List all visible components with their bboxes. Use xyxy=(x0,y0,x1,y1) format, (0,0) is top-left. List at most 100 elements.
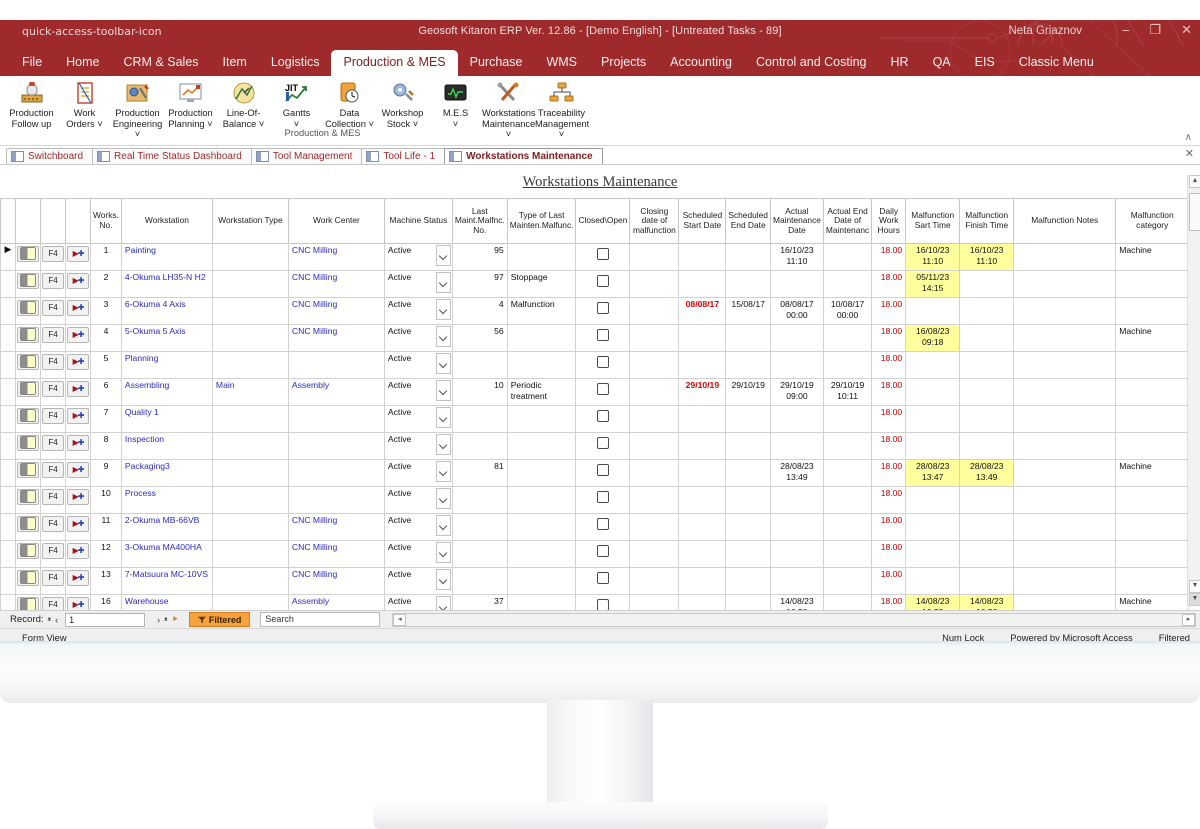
cell-workstation-type[interactable] xyxy=(211,351,289,379)
cell-mal-notes[interactable] xyxy=(1013,594,1117,610)
search-input[interactable]: Search xyxy=(260,612,381,627)
cell-work-center[interactable]: CNC Milling xyxy=(287,243,385,271)
cell-machine-status[interactable]: Active xyxy=(383,351,453,379)
cell-mal-finish[interactable]: 28/08/23 13:49 xyxy=(959,459,1015,487)
closed-open-checkbox[interactable] xyxy=(596,545,609,557)
row-zoom-button[interactable] xyxy=(15,297,41,325)
cell-closed-open[interactable] xyxy=(575,486,631,514)
cell-machine-status[interactable]: Active xyxy=(383,432,453,460)
row-selector[interactable] xyxy=(0,540,16,568)
cell-sched-end[interactable] xyxy=(725,405,771,433)
cell-workstation-type[interactable] xyxy=(211,567,289,595)
cell-workstation[interactable]: Process xyxy=(120,486,213,514)
row-selector[interactable] xyxy=(0,324,16,352)
cell-actual-end-date[interactable] xyxy=(822,432,873,460)
chevron-down-icon[interactable] xyxy=(435,407,451,428)
cell-mal-start[interactable]: 05/11/23 14:15 xyxy=(905,270,961,298)
menu-item-purchase[interactable]: Purchase xyxy=(458,50,535,76)
table-row[interactable]: F4 ▶✚ 13 7-Matsuura MC-10VS CNC Milling Activ… xyxy=(0,567,1190,595)
cell-sched-start[interactable]: 08/08/17 xyxy=(678,297,727,325)
closed-open-checkbox[interactable] xyxy=(596,491,609,503)
chevron-down-icon[interactable] xyxy=(435,272,451,293)
cell-sched-start[interactable] xyxy=(678,513,727,541)
cell-actual-end-date[interactable] xyxy=(822,486,873,514)
table-row[interactable]: F4 ▶✚ 4 5-Okuma 5 Axis CNC Milling Active 56 18… xyxy=(0,324,1190,352)
row-selector[interactable] xyxy=(0,270,16,298)
scroll-up-button[interactable]: ▲ xyxy=(1189,175,1200,188)
record-number-input[interactable]: 1 xyxy=(65,612,146,627)
vertical-scroll-thumb[interactable] xyxy=(1189,193,1200,231)
row-f4-button[interactable]: F4 xyxy=(40,594,66,610)
cell-workstation-type[interactable] xyxy=(211,324,289,352)
table-row[interactable]: F4 ▶✚ 9 Packaging3 Active 81 28/08/23 13:49 18.0… xyxy=(0,459,1190,487)
cell-actual-date[interactable] xyxy=(769,405,824,433)
row-zoom-button[interactable] xyxy=(15,486,41,514)
cell-sched-end[interactable] xyxy=(725,567,771,595)
table-row[interactable]: F4 ▶✚ 11 2-Okuma MB-66VB CNC Milling Active 18… xyxy=(0,513,1190,541)
cell-sched-start[interactable] xyxy=(678,594,727,610)
table-row[interactable]: F4 ▶✚ 3 6-Okuma 4 Axis CNC Milling Active 4 Mal… xyxy=(0,297,1190,325)
cell-work-center[interactable] xyxy=(287,351,385,379)
cell-workstation[interactable]: 5-Okuma 5 Axis xyxy=(120,324,213,352)
cell-sched-end[interactable]: 29/10/19 xyxy=(725,378,771,406)
scroll-end-button[interactable]: ▼ xyxy=(1189,593,1200,606)
cell-mal-start[interactable] xyxy=(905,297,961,325)
cell-mal-notes[interactable] xyxy=(1013,567,1117,595)
row-goto-button[interactable]: ▶✚ xyxy=(65,594,91,610)
cell-actual-date[interactable] xyxy=(769,486,824,514)
cell-sched-start[interactable] xyxy=(678,324,727,352)
horizontal-scrollbar[interactable]: ◂ ▸ xyxy=(392,612,1196,627)
row-f4-button[interactable]: F4 xyxy=(40,513,66,541)
cell-sched-end[interactable] xyxy=(725,513,771,541)
cell-closed-open[interactable] xyxy=(575,567,631,595)
cell-actual-end-date[interactable] xyxy=(822,594,873,610)
cell-actual-end-date[interactable]: 29/10/19 10:11 xyxy=(822,378,873,406)
cell-sched-end[interactable] xyxy=(725,459,771,487)
cell-mal-start[interactable] xyxy=(905,486,961,514)
closed-open-checkbox[interactable] xyxy=(596,464,609,476)
row-goto-button[interactable]: ▶✚ xyxy=(65,243,91,271)
cell-workstation[interactable]: Painting xyxy=(120,243,213,271)
cell-closed-open[interactable] xyxy=(575,243,631,271)
cell-machine-status[interactable]: Active xyxy=(383,567,453,595)
row-goto-button[interactable]: ▶✚ xyxy=(65,567,91,595)
table-row[interactable]: F4 ▶✚ 6 Assembling Main Assembly Active 10 Perio… xyxy=(0,378,1190,406)
menu-item-control-and-costing[interactable]: Control and Costing xyxy=(744,50,878,76)
menu-item-file[interactable]: File xyxy=(10,50,54,76)
row-zoom-button[interactable] xyxy=(15,378,41,406)
menu-item-projects[interactable]: Projects xyxy=(589,50,658,76)
cell-mal-finish[interactable] xyxy=(959,324,1015,352)
cell-work-center[interactable]: CNC Milling xyxy=(287,567,385,595)
closed-open-checkbox[interactable] xyxy=(596,383,609,395)
row-selector[interactable]: ▶ xyxy=(0,243,16,271)
cell-mal-start[interactable]: 28/08/23 13:47 xyxy=(905,459,961,487)
cell-actual-date[interactable]: 14/08/2310:50 xyxy=(769,594,824,610)
cell-work-center[interactable]: CNC Milling xyxy=(287,270,385,298)
cell-workstation-type[interactable] xyxy=(211,297,289,325)
cell-machine-status[interactable]: Active xyxy=(383,324,453,352)
row-zoom-button[interactable] xyxy=(15,459,41,487)
cell-work-center[interactable] xyxy=(287,432,385,460)
scroll-down-button[interactable]: ▼ xyxy=(1189,580,1200,593)
table-row[interactable]: F4 ▶✚ 12 3-Okuma MA400HA CNC Milling Active 18… xyxy=(0,540,1190,568)
cell-workstation-type[interactable] xyxy=(211,594,289,610)
cell-mal-finish[interactable] xyxy=(959,432,1015,460)
row-goto-button[interactable]: ▶✚ xyxy=(65,540,91,568)
cell-closing-date[interactable] xyxy=(629,459,680,487)
cell-sched-end[interactable] xyxy=(725,540,771,568)
closed-open-checkbox[interactable] xyxy=(596,518,609,530)
cell-sched-start[interactable]: 29/10/19 xyxy=(678,378,727,406)
cell-work-center[interactable]: Assembly xyxy=(287,594,385,610)
cell-mal-category[interactable] xyxy=(1115,567,1190,595)
row-f4-button[interactable]: F4 xyxy=(40,351,66,379)
cell-sched-start[interactable] xyxy=(678,459,727,487)
cell-closing-date[interactable] xyxy=(629,405,680,433)
cell-machine-status[interactable]: Active xyxy=(383,459,453,487)
row-zoom-button[interactable] xyxy=(15,513,41,541)
row-f4-button[interactable]: F4 xyxy=(40,405,66,433)
row-f4-button[interactable]: F4 xyxy=(40,243,66,271)
chevron-down-icon[interactable] xyxy=(435,380,451,401)
record-nav-last[interactable]: ᵜ xyxy=(164,615,168,625)
cell-workstation-type[interactable] xyxy=(211,486,289,514)
menu-item-eis[interactable]: EIS xyxy=(963,50,1007,76)
